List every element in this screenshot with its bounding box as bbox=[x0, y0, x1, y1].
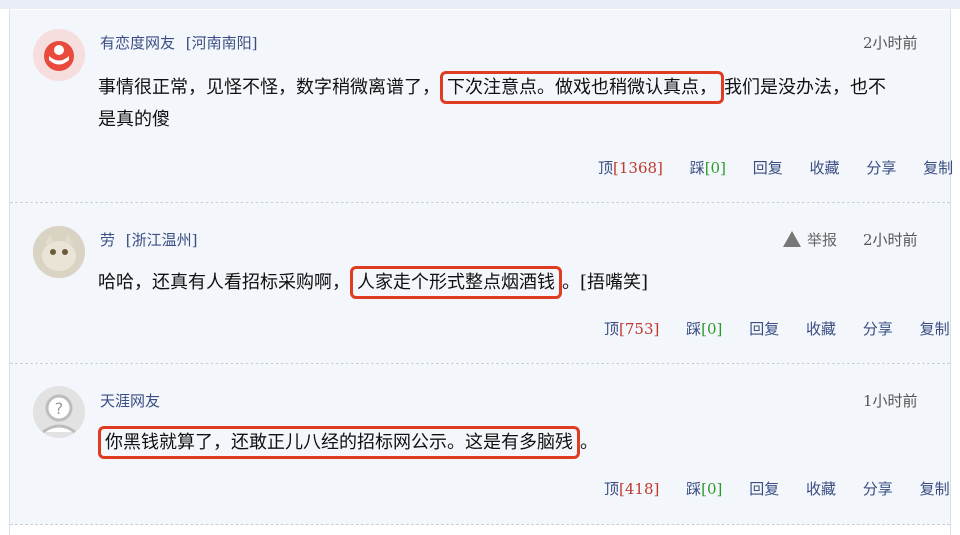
upvote-label[interactable]: 顶 bbox=[604, 320, 619, 338]
downvote-button[interactable]: 踩[0] bbox=[690, 159, 726, 177]
reply-button[interactable]: 回复 bbox=[749, 480, 779, 498]
highlight-box: 下次注意点。做戏也稍微认真点， bbox=[440, 71, 724, 104]
upvote-button[interactable]: 顶[418] bbox=[604, 480, 659, 498]
reply-button[interactable]: 回复 bbox=[753, 159, 783, 177]
comment-item: ? 天涯网友 1小时前 你黑钱就算了，还敢正儿八经的招标网公示。这是有多脑残。 … bbox=[10, 364, 950, 524]
favorite-button[interactable]: 收藏 bbox=[806, 480, 836, 498]
downvote-label[interactable]: 踩 bbox=[686, 320, 701, 338]
timestamp: 2小时前 bbox=[863, 34, 918, 52]
cat-avatar-icon bbox=[33, 226, 85, 278]
share-button[interactable]: 分享 bbox=[863, 480, 893, 498]
svg-text:?: ? bbox=[55, 399, 64, 418]
downvote-count: [0] bbox=[701, 480, 723, 498]
downvote-label[interactable]: 踩 bbox=[686, 480, 701, 498]
comment-body: 事情很正常，见怪不怪，数字稍微离谱了， 下次注意点。做戏也稍微认真点， 我们是没办法… bbox=[98, 71, 928, 136]
comment-list: 有恋度网友 [河南南阳] 2小时前 事情很正常，见怪不怪，数字稍微离谱了， 下次注… bbox=[0, 0, 960, 535]
comment-text: 哈哈，还真有人看招标采购啊， bbox=[98, 272, 350, 293]
reply-button[interactable]: 回复 bbox=[749, 320, 779, 338]
share-button[interactable]: 分享 bbox=[863, 320, 893, 338]
share-button[interactable]: 分享 bbox=[866, 159, 896, 177]
comment-text: 。 bbox=[580, 432, 598, 453]
top-strip bbox=[0, 0, 960, 9]
highlight-box: 你黑钱就算了，还敢正儿八经的招标网公示。这是有多脑残 bbox=[98, 426, 580, 459]
username-text[interactable]: 有恋度网友 bbox=[100, 34, 175, 52]
app-logo-icon bbox=[33, 29, 85, 81]
upvote-button[interactable]: 顶[1368] bbox=[598, 159, 663, 177]
comment-item: 有恋度网友 [河南南阳] 2小时前 事情很正常，见怪不怪，数字稍微离谱了， 下次注… bbox=[10, 10, 953, 202]
warning-icon bbox=[783, 231, 801, 247]
location: [河南南阳] bbox=[185, 34, 258, 52]
downvote-count: [0] bbox=[701, 320, 723, 338]
comment-body: 你黑钱就算了，还敢正儿八经的招标网公示。这是有多脑残。 bbox=[98, 426, 928, 459]
downvote-label[interactable]: 踩 bbox=[690, 159, 705, 177]
comment-text: 事情很正常，见怪不怪，数字稍微离谱了， bbox=[98, 77, 440, 98]
report-label[interactable]: 举报 bbox=[807, 231, 837, 249]
avatar[interactable] bbox=[33, 29, 85, 81]
upvote-count: [418] bbox=[619, 480, 660, 498]
highlight-box: 人家走个形式整点烟酒钱 bbox=[350, 266, 562, 299]
copy-button[interactable]: 复制 bbox=[920, 480, 950, 498]
downvote-button[interactable]: 踩[0] bbox=[686, 480, 722, 498]
upvote-label[interactable]: 顶 bbox=[604, 480, 619, 498]
divider bbox=[10, 524, 950, 525]
comment-actions: 顶[418] 踩[0] 回复 收藏 分享 复制 bbox=[582, 478, 950, 499]
comment-actions: 顶[1368] 踩[0] 回复 收藏 分享 复制 bbox=[576, 157, 953, 178]
location: [浙江温州] bbox=[125, 231, 198, 249]
timestamp: 1小时前 bbox=[863, 392, 918, 410]
downvote-count: [0] bbox=[704, 159, 726, 177]
upvote-count: [1368] bbox=[613, 159, 663, 177]
comment-item: 劳 [浙江温州] 举报 2小时前 哈哈，还真有人看招标采购啊， 人家走个形式整点烟… bbox=[10, 203, 950, 363]
downvote-button[interactable]: 踩[0] bbox=[686, 320, 722, 338]
report-button[interactable]: 举报 bbox=[783, 229, 837, 250]
comment-text: 。[捂嘴笑] bbox=[562, 272, 649, 293]
comment-body: 哈哈，还真有人看招标采购啊， 人家走个形式整点烟酒钱 。[捂嘴笑] bbox=[98, 266, 928, 299]
comment-text: 是真的傻 bbox=[98, 109, 170, 130]
favorite-button[interactable]: 收藏 bbox=[810, 159, 840, 177]
username[interactable]: 天涯网友 bbox=[100, 390, 160, 411]
right-border bbox=[950, 9, 951, 535]
comment-text: 我们是没办法，也不 bbox=[724, 77, 886, 98]
timestamp: 2小时前 bbox=[863, 231, 918, 249]
username[interactable]: 劳 [浙江温州] bbox=[100, 229, 198, 250]
default-avatar-icon: ? bbox=[33, 386, 85, 438]
copy-button[interactable]: 复制 bbox=[923, 159, 953, 177]
username-text[interactable]: 劳 bbox=[100, 231, 115, 249]
upvote-label[interactable]: 顶 bbox=[598, 159, 613, 177]
username[interactable]: 有恋度网友 [河南南阳] bbox=[100, 32, 258, 53]
favorite-button[interactable]: 收藏 bbox=[806, 320, 836, 338]
avatar[interactable] bbox=[33, 226, 85, 278]
copy-button[interactable]: 复制 bbox=[920, 320, 950, 338]
upvote-count: [753] bbox=[619, 320, 660, 338]
upvote-button[interactable]: 顶[753] bbox=[604, 320, 659, 338]
comment-actions: 顶[753] 踩[0] 回复 收藏 分享 复制 bbox=[582, 318, 950, 339]
avatar[interactable]: ? bbox=[33, 386, 85, 438]
